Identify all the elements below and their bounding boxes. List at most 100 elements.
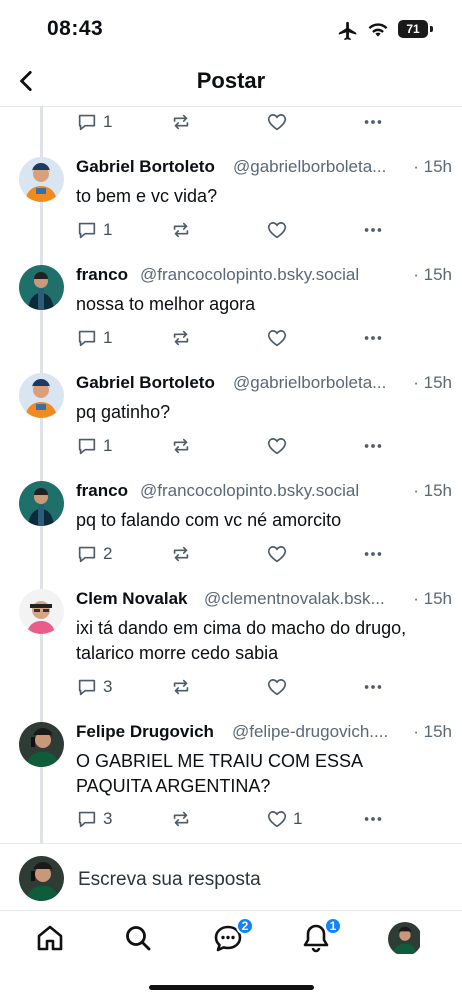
reply-icon: [78, 811, 96, 828]
reply-icon: [78, 679, 96, 696]
avatar[interactable]: [19, 589, 64, 634]
like-button[interactable]: [266, 541, 293, 567]
avatar[interactable]: [19, 265, 64, 310]
author-name[interactable]: Gabriel Bortoleto: [76, 157, 215, 177]
repost-button[interactable]: [170, 325, 192, 351]
more-icon: [364, 444, 382, 448]
reply-icon: [78, 546, 96, 563]
reply-icon: [78, 330, 96, 347]
more-button[interactable]: [362, 325, 384, 351]
reply-count: 2: [103, 544, 113, 563]
more-button[interactable]: [362, 433, 384, 459]
avatar: [19, 856, 64, 901]
reply-button[interactable]: 3: [76, 674, 112, 700]
author-name[interactable]: Felipe Drugovich: [76, 722, 214, 742]
repost-button[interactable]: [170, 674, 192, 700]
reply-icon: [78, 114, 96, 131]
more-icon: [364, 336, 382, 340]
post-header: Gabriel Bortoleto @gabrielborboleta... ·…: [76, 157, 452, 181]
reply-button[interactable]: 1: [76, 217, 112, 243]
more-button[interactable]: [362, 806, 384, 832]
post-header: franco @francocolopinto.bsky.social · 15…: [76, 265, 452, 289]
bottom-tab-bar: 2 1: [0, 910, 462, 970]
post-time: · 15h: [413, 373, 452, 392]
post-text: pq to falando com vc né amorcito: [76, 510, 342, 530]
repost-button[interactable]: [170, 433, 192, 459]
more-button[interactable]: [362, 109, 384, 135]
repost-icon: [173, 438, 189, 454]
reply-button[interactable]: 2: [76, 541, 112, 567]
home-indicator: [149, 985, 314, 990]
more-icon: [364, 685, 382, 689]
post-time: · 15h: [413, 265, 452, 284]
like-button[interactable]: [266, 217, 293, 243]
avatar[interactable]: [19, 722, 64, 767]
author-handle[interactable]: @gabrielborboleta...: [233, 373, 408, 393]
repost-icon: [173, 679, 189, 695]
post-text: to bem e vc vida?: [76, 186, 218, 206]
heart-icon: [267, 679, 287, 696]
post-text: ixi tá dando em cima do macho do drugo, …: [76, 618, 407, 663]
tab-notifications[interactable]: 1: [300, 917, 342, 956]
reply-icon: [78, 438, 96, 455]
reply-input[interactable]: Escreva sua resposta: [78, 869, 261, 891]
author-handle[interactable]: @clementnovalak.bsk...: [204, 589, 409, 609]
avatar[interactable]: [19, 373, 64, 418]
heart-icon: [267, 330, 287, 347]
tab-home[interactable]: [34, 922, 68, 956]
repost-icon: [173, 546, 189, 562]
reply-count: 3: [103, 677, 113, 696]
heart-icon: [267, 222, 287, 239]
like-button[interactable]: [266, 433, 293, 459]
tab-chat[interactable]: 2: [212, 917, 254, 956]
more-icon: [364, 120, 382, 124]
repost-button[interactable]: [170, 217, 192, 243]
post-text: nossa to melhor agora: [76, 294, 256, 314]
author-handle[interactable]: @felipe-drugovich....: [232, 722, 410, 742]
reply-count: 1: [103, 436, 113, 455]
avatar[interactable]: [19, 157, 64, 202]
author-handle[interactable]: @francocolopinto.bsky.social: [140, 481, 390, 501]
reply-count: 1: [103, 328, 113, 347]
reply-button[interactable]: 1: [76, 325, 112, 351]
post-actions: 2: [76, 541, 396, 567]
page-title: Postar: [196, 68, 266, 93]
like-button[interactable]: [266, 674, 293, 700]
like-button[interactable]: 1: [266, 806, 302, 832]
author-handle[interactable]: @gabrielborboleta...: [233, 157, 408, 177]
repost-button[interactable]: [170, 541, 192, 567]
reply-button[interactable]: 3: [76, 806, 112, 832]
like-button[interactable]: [266, 109, 288, 135]
reply-count: 3: [103, 809, 113, 828]
tab-search[interactable]: [122, 922, 156, 956]
author-name[interactable]: franco: [76, 265, 128, 285]
reply-composer[interactable]: Escreva sua resposta: [0, 843, 462, 911]
more-button[interactable]: [362, 674, 384, 700]
post-actions: 1: [76, 109, 396, 135]
more-icon: [364, 817, 382, 821]
reply-button[interactable]: 1: [76, 109, 112, 135]
author-name[interactable]: Gabriel Bortoleto: [76, 373, 215, 393]
repost-icon: [173, 811, 189, 827]
reply-count: 1: [103, 112, 113, 131]
like-count: 1: [293, 809, 303, 828]
more-button[interactable]: [362, 541, 384, 567]
avatar[interactable]: [19, 481, 64, 526]
author-name[interactable]: Clem Novalak: [76, 589, 188, 609]
tab-profile[interactable]: [388, 922, 422, 956]
more-icon: [364, 228, 382, 232]
back-arrow-icon[interactable]: [14, 68, 40, 94]
post-text: pq gatinho?: [76, 402, 171, 422]
author-handle[interactable]: @francocolopinto.bsky.social: [140, 265, 390, 285]
repost-button[interactable]: [170, 806, 192, 832]
author-name[interactable]: franco: [76, 481, 128, 501]
reply-button[interactable]: 1: [76, 433, 112, 459]
battery-icon: 71: [398, 20, 428, 38]
post-header: Felipe Drugovich @felipe-drugovich.... ·…: [76, 722, 452, 746]
like-button[interactable]: [266, 325, 293, 351]
more-icon: [364, 552, 382, 556]
heart-icon: [267, 811, 287, 828]
repost-button[interactable]: [170, 109, 192, 135]
post-time: · 15h: [413, 481, 452, 500]
more-button[interactable]: [362, 217, 384, 243]
